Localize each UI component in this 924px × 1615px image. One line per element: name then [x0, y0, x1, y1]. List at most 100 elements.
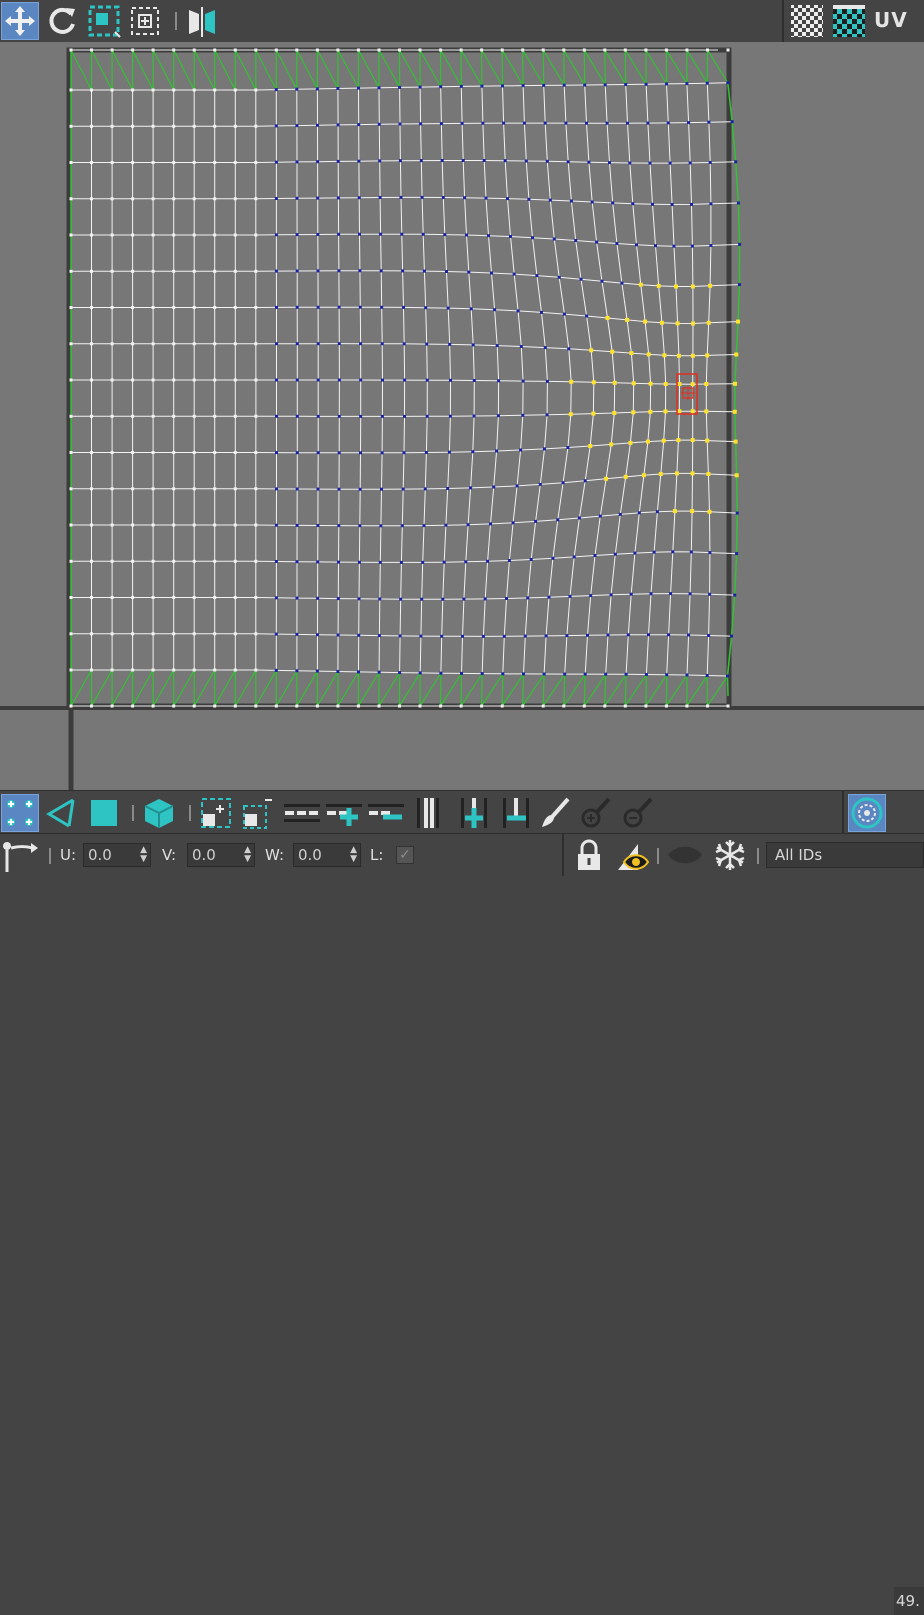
w-value-spinner[interactable]: 0.0 ▲▼ [293, 843, 361, 867]
type-in-mode-button[interactable] [1, 836, 39, 874]
uv-vertex [90, 705, 93, 708]
uv-column-edge [482, 86, 499, 674]
ring-shrink-button[interactable] [367, 794, 405, 832]
uv-vertex [337, 524, 340, 527]
uv-vertex [296, 160, 299, 163]
uv-vertex [473, 379, 476, 382]
soft-selection-button[interactable] [848, 794, 886, 832]
spinner-arrows-icon[interactable]: ▲▼ [140, 846, 147, 864]
lock-selection-button[interactable] [570, 836, 608, 874]
uv-vertex [399, 598, 402, 601]
uv-vertex [316, 233, 319, 236]
uv-vertex [669, 162, 672, 165]
uv-vertex [254, 415, 257, 418]
ring-grow-button[interactable] [325, 794, 363, 832]
uv-vertex [726, 675, 729, 678]
lock-checkbox[interactable]: ✓ [396, 846, 414, 864]
uv-vertex [193, 632, 196, 635]
uv-vertex [734, 353, 738, 357]
uv-editor-viewport[interactable] [0, 42, 924, 790]
element-mode-button[interactable] [140, 794, 178, 832]
checker-pattern-button[interactable] [788, 2, 826, 40]
ring-select-button[interactable] [283, 794, 321, 832]
rotate-tool-button[interactable] [43, 2, 81, 40]
uv-vertex [213, 632, 216, 635]
uv-vertex [521, 705, 524, 708]
uv-channel-label[interactable]: UV [874, 8, 908, 32]
uv-vertex [585, 315, 588, 318]
vertex-mode-button[interactable] [1, 794, 39, 832]
uv-vertex [687, 634, 690, 637]
uv-vertex [591, 412, 595, 416]
uv-vertex [398, 49, 401, 52]
uv-vertex [254, 197, 257, 200]
uv-vertex [111, 451, 114, 454]
freeform-tool-button[interactable] [126, 2, 164, 40]
freeze-selection-button[interactable] [711, 836, 749, 874]
spinner-arrows-icon[interactable]: ▲▼ [244, 846, 251, 864]
spinner-arrows-icon[interactable]: ▲▼ [350, 846, 357, 864]
uv-vertex [317, 415, 320, 418]
uv-vertex [674, 285, 678, 289]
uv-vertex [131, 632, 134, 635]
loop-grow-button[interactable] [455, 794, 493, 832]
uv-vertex [172, 270, 175, 273]
uv-vertex [522, 380, 525, 383]
uv-vertex [486, 560, 489, 563]
texture-checker-icon [832, 4, 866, 38]
show-hidden-button[interactable] [614, 836, 652, 874]
uv-vertex [111, 669, 114, 672]
uv-vertex [316, 560, 319, 563]
uv-vertex [564, 122, 567, 125]
uv-vertex [295, 124, 298, 127]
uv-vertex [193, 125, 196, 128]
shrink-selection-button[interactable] [237, 794, 275, 832]
hide-selection-button[interactable] [666, 836, 704, 874]
scale-tool-button[interactable] [85, 2, 123, 40]
mirror-tool-button[interactable] [183, 2, 221, 40]
uv-row-edge [71, 161, 736, 164]
falloff-value-field[interactable]: 49. [894, 1587, 924, 1615]
selected-face [677, 374, 697, 414]
polygon-mode-button[interactable] [85, 794, 123, 832]
uv-vertex [735, 552, 738, 555]
uv-vertex [234, 524, 237, 527]
uv-vertex [422, 233, 425, 236]
uv-vertex [442, 196, 445, 199]
brush-add-icon [579, 796, 613, 830]
edge-mode-button[interactable] [43, 794, 81, 832]
uv-vertex [275, 560, 278, 563]
loop-shrink-button[interactable] [497, 794, 535, 832]
uv-vertex [317, 306, 320, 309]
uv-vertex [489, 522, 492, 525]
uv-vertex [733, 382, 737, 386]
scale-icon [87, 4, 121, 38]
uv-vertex [234, 89, 237, 92]
uv-vertex [421, 561, 424, 564]
lock-icon [572, 838, 606, 872]
paint-grow-button[interactable] [577, 794, 615, 832]
move-tool-button[interactable] [1, 2, 39, 40]
material-id-dropdown[interactable]: All IDs [766, 842, 924, 868]
uv-vertex [460, 49, 463, 52]
uv-vertex [378, 705, 381, 708]
grow-selection-button[interactable] [197, 794, 235, 832]
uv-vertex [583, 705, 586, 708]
paint-shrink-button[interactable] [619, 794, 657, 832]
uv-vertex [503, 635, 506, 638]
uv-vertex [172, 669, 175, 672]
move-arrows-icon [3, 4, 37, 38]
uv-vertex [606, 316, 610, 320]
u-value-spinner[interactable]: 0.0 ▲▼ [83, 843, 151, 867]
uv-vertex [172, 560, 175, 563]
v-value-spinner[interactable]: 0.0 ▲▼ [187, 843, 255, 867]
uv-vertex [234, 342, 237, 345]
uv-vertex [296, 233, 299, 236]
paint-select-button[interactable] [536, 794, 574, 832]
loop-select-button[interactable] [409, 794, 447, 832]
texture-map-button[interactable] [830, 2, 868, 40]
uv-vertex [337, 561, 340, 564]
uv-vertex [358, 597, 361, 600]
uv-vertex [111, 306, 114, 309]
uv-mesh-canvas[interactable] [0, 42, 924, 790]
